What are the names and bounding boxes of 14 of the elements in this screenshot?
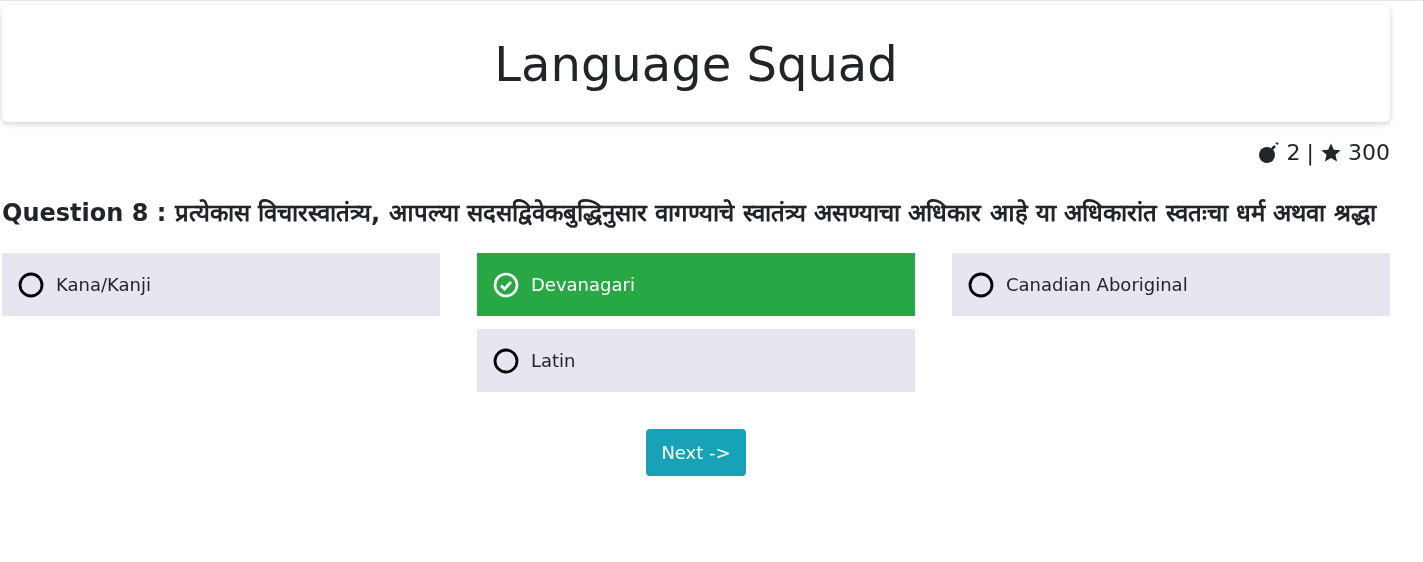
radio-circle-icon xyxy=(968,271,994,298)
answer-option[interactable]: Latin xyxy=(477,329,915,392)
radio-circle-icon xyxy=(18,271,44,298)
separator: | xyxy=(1306,139,1314,168)
bomb-icon xyxy=(1256,140,1281,165)
check-circle-icon xyxy=(493,271,519,298)
radio-circle-icon xyxy=(493,347,519,374)
app-title: Language Squad xyxy=(494,34,898,94)
answer-option[interactable]: Canadian Aboriginal xyxy=(952,253,1390,316)
answer-option[interactable]: Kana/Kanji xyxy=(2,253,440,316)
bomb-count: 2 xyxy=(1286,139,1301,167)
star-icon xyxy=(1320,141,1342,164)
question-text: Question 8 : प्रत्येकास विचारस्वातंत्र्य, आपल्या सदसद्विवेकबुद्धिनुसार वागण्याचे स्वातंत्र्य असण्याचा अधिकार आहे या अधिकारांत स्वतःचा धर्म अथवा श्रद्धा xyxy=(2,198,1378,230)
score: 300 xyxy=(1348,139,1390,167)
